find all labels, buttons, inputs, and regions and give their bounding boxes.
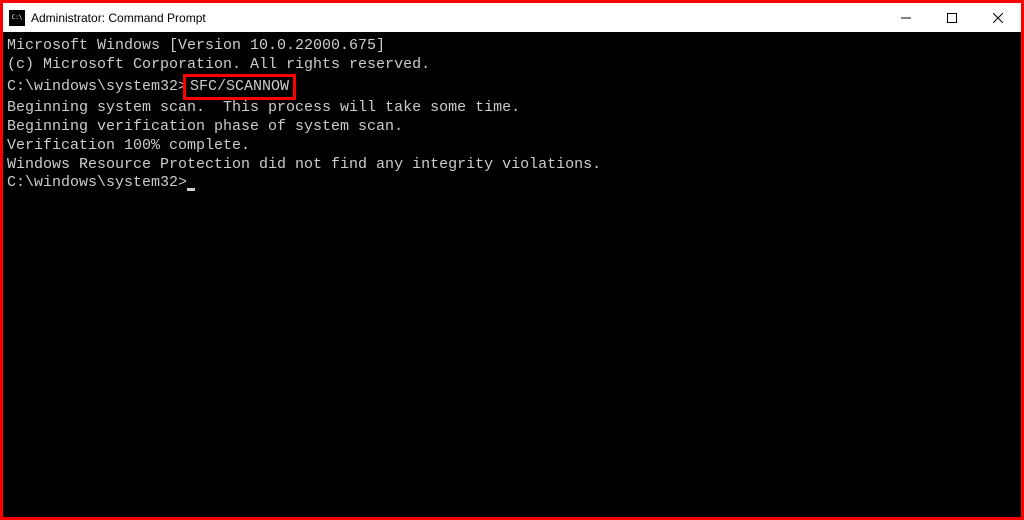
- cursor-icon: [187, 188, 195, 191]
- window-titlebar: Administrator: Command Prompt: [3, 3, 1021, 33]
- window-title: Administrator: Command Prompt: [31, 11, 206, 25]
- window-controls: [883, 3, 1021, 32]
- terminal-line: (c) Microsoft Corporation. All rights re…: [3, 56, 1021, 75]
- terminal-line: Beginning system scan. This process will…: [3, 99, 1021, 118]
- terminal-line: Beginning verification phase of system s…: [3, 118, 1021, 137]
- cmd-icon: [9, 10, 25, 26]
- terminal-output[interactable]: Microsoft Windows [Version 10.0.22000.67…: [3, 33, 1021, 517]
- terminal-line: C:\windows\system32>SFC/SCANNOW: [3, 75, 1021, 100]
- prompt-prefix: C:\windows\system32>: [7, 78, 187, 95]
- close-button[interactable]: [975, 3, 1021, 32]
- terminal-line: Windows Resource Protection did not find…: [3, 156, 1021, 175]
- command-highlight: SFC/SCANNOW: [183, 74, 296, 101]
- terminal-line: C:\windows\system32>: [3, 174, 1021, 193]
- terminal-line: Verification 100% complete.: [3, 137, 1021, 156]
- minimize-icon: [901, 13, 911, 23]
- terminal-line: Microsoft Windows [Version 10.0.22000.67…: [3, 37, 1021, 56]
- titlebar-left: Administrator: Command Prompt: [3, 10, 206, 26]
- maximize-button[interactable]: [929, 3, 975, 32]
- prompt-prefix: C:\windows\system32>: [7, 174, 187, 191]
- maximize-icon: [947, 13, 957, 23]
- close-icon: [993, 13, 1003, 23]
- minimize-button[interactable]: [883, 3, 929, 32]
- command-text: SFC/SCANNOW: [190, 78, 289, 95]
